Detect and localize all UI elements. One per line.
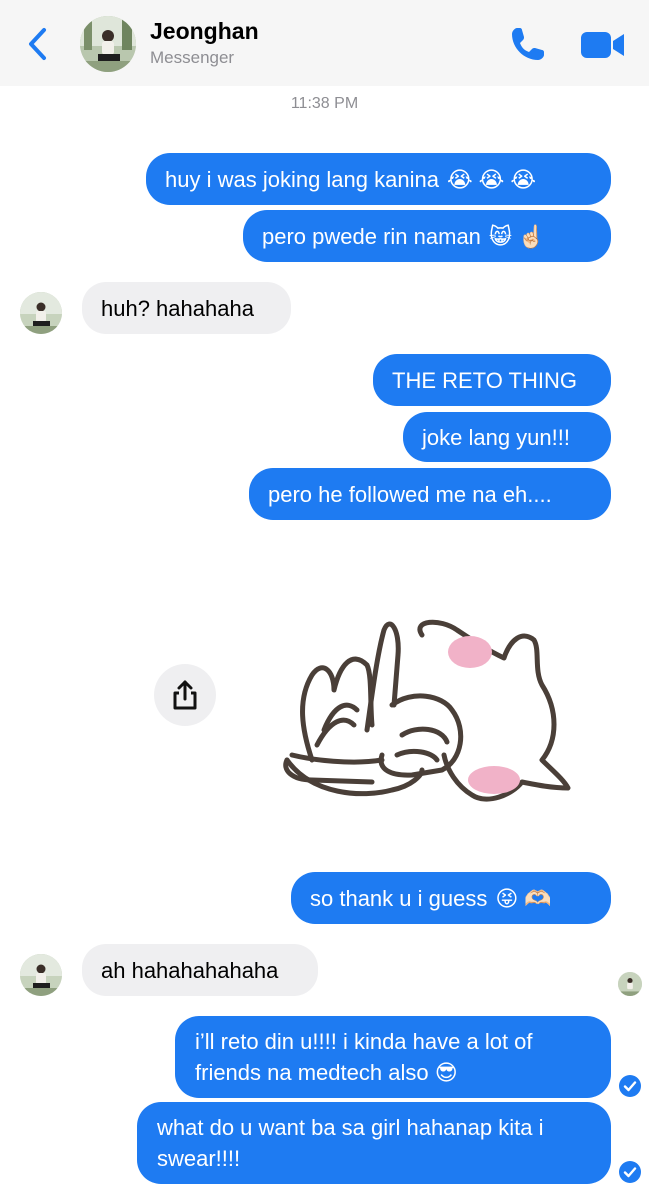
crying-face-emoji: 😭 (446, 166, 473, 192)
outgoing-message[interactable]: so thank u i guess 😝 🫶🏻 (291, 872, 611, 924)
message-text: ah hahahahahaha (101, 957, 279, 983)
message-timestamp: 11:38 PM (290, 95, 359, 112)
message-text: huh? hahahaha (101, 295, 254, 321)
heart-hands-emoji: 🫶🏻 (524, 885, 552, 911)
check-circle-icon (619, 1161, 641, 1183)
outgoing-message[interactable]: pero he followed me na eh.... (249, 468, 611, 520)
outgoing-message[interactable]: what do u want ba sa girl hahanap kita i… (137, 1102, 611, 1184)
incoming-message[interactable]: huh? hahahaha (82, 282, 291, 334)
message-text: THE RETO THING (392, 367, 577, 393)
tongue-face-emoji: 😝 (495, 885, 519, 911)
chevron-left-icon[interactable] (24, 26, 52, 62)
check-circle-icon (619, 1075, 641, 1097)
chat-header: Jeonghan Messenger (0, 0, 649, 86)
cat-paw-sticker[interactable] (272, 610, 572, 840)
pointing-up-emoji: ☝🏻 (517, 223, 546, 249)
message-text: huy i was joking lang kanina (165, 166, 439, 192)
avatar[interactable] (80, 16, 136, 72)
sunglasses-emoji: 😎 (434, 1060, 458, 1085)
smiling-cat-emoji: 😸 (488, 223, 512, 249)
read-receipt-avatar (618, 972, 642, 996)
outgoing-message[interactable]: joke lang yun!!! (403, 412, 611, 462)
outgoing-message[interactable]: i’ll reto din u!!!! i kinda have a lot o… (175, 1016, 611, 1098)
message-text: what do u want ba sa girl hahanap kita i… (157, 1115, 544, 1171)
contact-name[interactable]: Jeonghan (150, 18, 259, 45)
crying-face-emoji: 😭 (478, 166, 505, 192)
outgoing-message[interactable]: huy i was joking lang kanina 😭 😭 😭 (146, 153, 611, 205)
outgoing-message[interactable]: pero pwede rin naman 😸 ☝🏻 (243, 210, 611, 262)
crying-face-emoji: 😭 (510, 166, 537, 192)
incoming-message[interactable]: ah hahahahahaha (82, 944, 318, 996)
phone-icon[interactable] (508, 24, 548, 64)
message-text: pero he followed me na eh.... (268, 481, 552, 507)
avatar[interactable] (20, 954, 62, 996)
avatar[interactable] (20, 292, 62, 334)
share-button[interactable] (154, 664, 216, 726)
outgoing-message[interactable]: THE RETO THING (373, 354, 611, 406)
message-text: joke lang yun!!! (422, 424, 570, 450)
video-camera-icon[interactable] (580, 28, 626, 62)
contact-subtitle: Messenger (150, 48, 235, 67)
message-text: so thank u i guess (310, 885, 488, 911)
message-text: pero pwede rin naman (262, 223, 481, 249)
message-text: i’ll reto din u!!!! i kinda have a lot o… (195, 1029, 533, 1085)
share-icon (173, 680, 197, 710)
